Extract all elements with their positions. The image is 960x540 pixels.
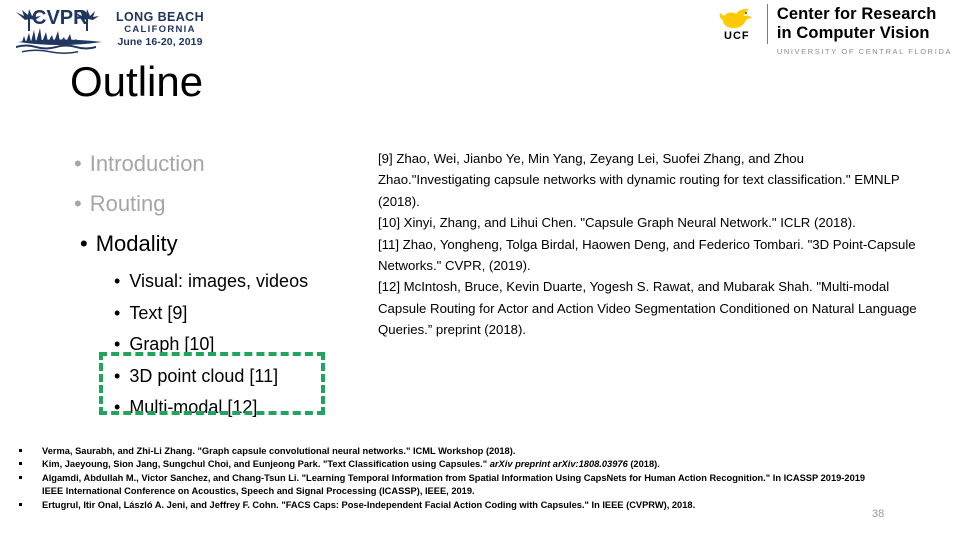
crcv-university-line: UNIVERSITY OF CENTRAL FLORIDA (776, 47, 952, 56)
reference-item: [9] Zhao, Wei, Jianbo Ye, Min Yang, Zeya… (378, 151, 900, 209)
footnote-text: Verma, Saurabh, and Zhi-Li Zhang. "Graph… (42, 446, 516, 456)
bullet-icon: • (74, 151, 82, 176)
cvpr-location-line: LONG BEACH (115, 10, 205, 24)
outline-subitem-label: Text [9] (129, 302, 188, 323)
reference-item: [10] Xinyi, Zhang, and Lihui Chen. "Caps… (378, 215, 856, 231)
square-bullet-icon (19, 502, 22, 506)
footnote-text: Ertugrul, Itir Onal, László A. Jeni, and… (42, 499, 696, 510)
bullet-icon: • (114, 334, 121, 354)
square-bullet-icon (19, 475, 22, 479)
bullet-icon: • (74, 191, 82, 216)
footnote-item: Ertugrul, Itir Onal, László A. Jeni, and… (16, 499, 866, 512)
outline-subitem-label: Multi-modal [12] (129, 397, 258, 417)
cvpr-event-text: LONG BEACH CALIFORNIA June 16-20, 2019 (114, 10, 206, 49)
bullet-icon: • (114, 397, 121, 417)
outline-item-label: Introduction (89, 151, 205, 176)
outline-subitem-visual[interactable]: • Visual: images, videos (104, 266, 354, 298)
bullet-icon: • (114, 365, 121, 386)
logo-divider (766, 4, 768, 44)
outline-item-routing[interactable]: • Routing (66, 184, 366, 224)
outline-item-label: Routing (89, 191, 166, 216)
footnote-text-after: (2018). (627, 459, 660, 470)
outline-item-introduction[interactable]: • Introduction (66, 144, 366, 184)
svg-text:CVPR: CVPR (32, 7, 88, 29)
ucf-brand: UCF (711, 4, 763, 43)
outline-subitem-graph[interactable]: • Graph [10] (104, 329, 354, 361)
square-bullet-icon (19, 449, 22, 452)
ucf-pegasus-icon (719, 8, 752, 28)
outline-subitem-text[interactable]: • Text [9] (104, 298, 354, 330)
bullet-icon: • (80, 231, 88, 256)
outline-level2-list: • Visual: images, videos • Text [9] • Graph… (104, 266, 354, 424)
cvpr-logo: CVPR LONG BEACH CALIFORNIA June 16-20, 2… (12, 6, 204, 56)
outline-subitem-label: Visual: images, videos (129, 271, 309, 291)
crcv-title-block: Center for Research in Computer Vision U… (777, 4, 952, 56)
footnote-italic: arXiv preprint arXiv:1808.03976 (489, 459, 628, 470)
square-bullet-icon (19, 462, 22, 466)
crcv-title-line-2: in Computer Vision (776, 24, 930, 42)
outline-subitem-multi-modal[interactable]: • Multi-modal [12] (104, 392, 354, 424)
outline-subitem-3d-point-cloud[interactable]: • 3D point cloud [11] (104, 361, 354, 393)
outline-item-label: Modality (95, 231, 178, 256)
outline-subitem-label: 3D point cloud [11] (129, 365, 279, 386)
cvpr-date-line: June 16-20, 2019 (117, 36, 203, 48)
footnote-item: Kim, Jaeyoung, Sion Jang, Sungchul Choi,… (16, 458, 866, 471)
footnote-text: Algamdi, Abdullah M., Victor Sanchez, an… (42, 472, 866, 497)
ucf-crcv-logo: UCF Center for Research in Computer Visi… (711, 4, 952, 56)
slide-number: 38 (872, 508, 885, 520)
footnote-text: Kim, Jaeyoung, Sion Jang, Sungchul Choi,… (42, 459, 490, 470)
bullet-icon: • (114, 302, 121, 323)
footnotes-block: Verma, Saurabh, and Zhi-Li Zhang. "Graph… (16, 445, 866, 512)
outline-item-modality[interactable]: • Modality (66, 224, 366, 264)
footnote-item: Algamdi, Abdullah M., Victor Sanchez, an… (16, 472, 866, 499)
reference-item: [11] Zhao, Yongheng, Tolga Birdal, Haowe… (378, 236, 916, 274)
cvpr-state-line: CALIFORNIA (124, 24, 196, 35)
reference-item: [12] McIntosh, Bruce, Kevin Duarte, Yoge… (378, 279, 917, 338)
page-title: Outline (70, 58, 204, 105)
bullet-icon: • (114, 271, 121, 291)
crcv-title-line-1: Center for Research (776, 5, 937, 23)
cvpr-emblem-icon: CVPR (16, 7, 102, 54)
footnote-item: Verma, Saurabh, and Zhi-Li Zhang. "Graph… (16, 445, 866, 458)
ucf-wordmark: UCF (724, 30, 750, 42)
outline-subitem-label: Graph [10] (129, 334, 215, 354)
outline-level1-list: • Introduction • Routing • Modality (66, 144, 366, 264)
references-block: [9] Zhao, Wei, Jianbo Ye, Min Yang, Zeya… (378, 148, 918, 341)
